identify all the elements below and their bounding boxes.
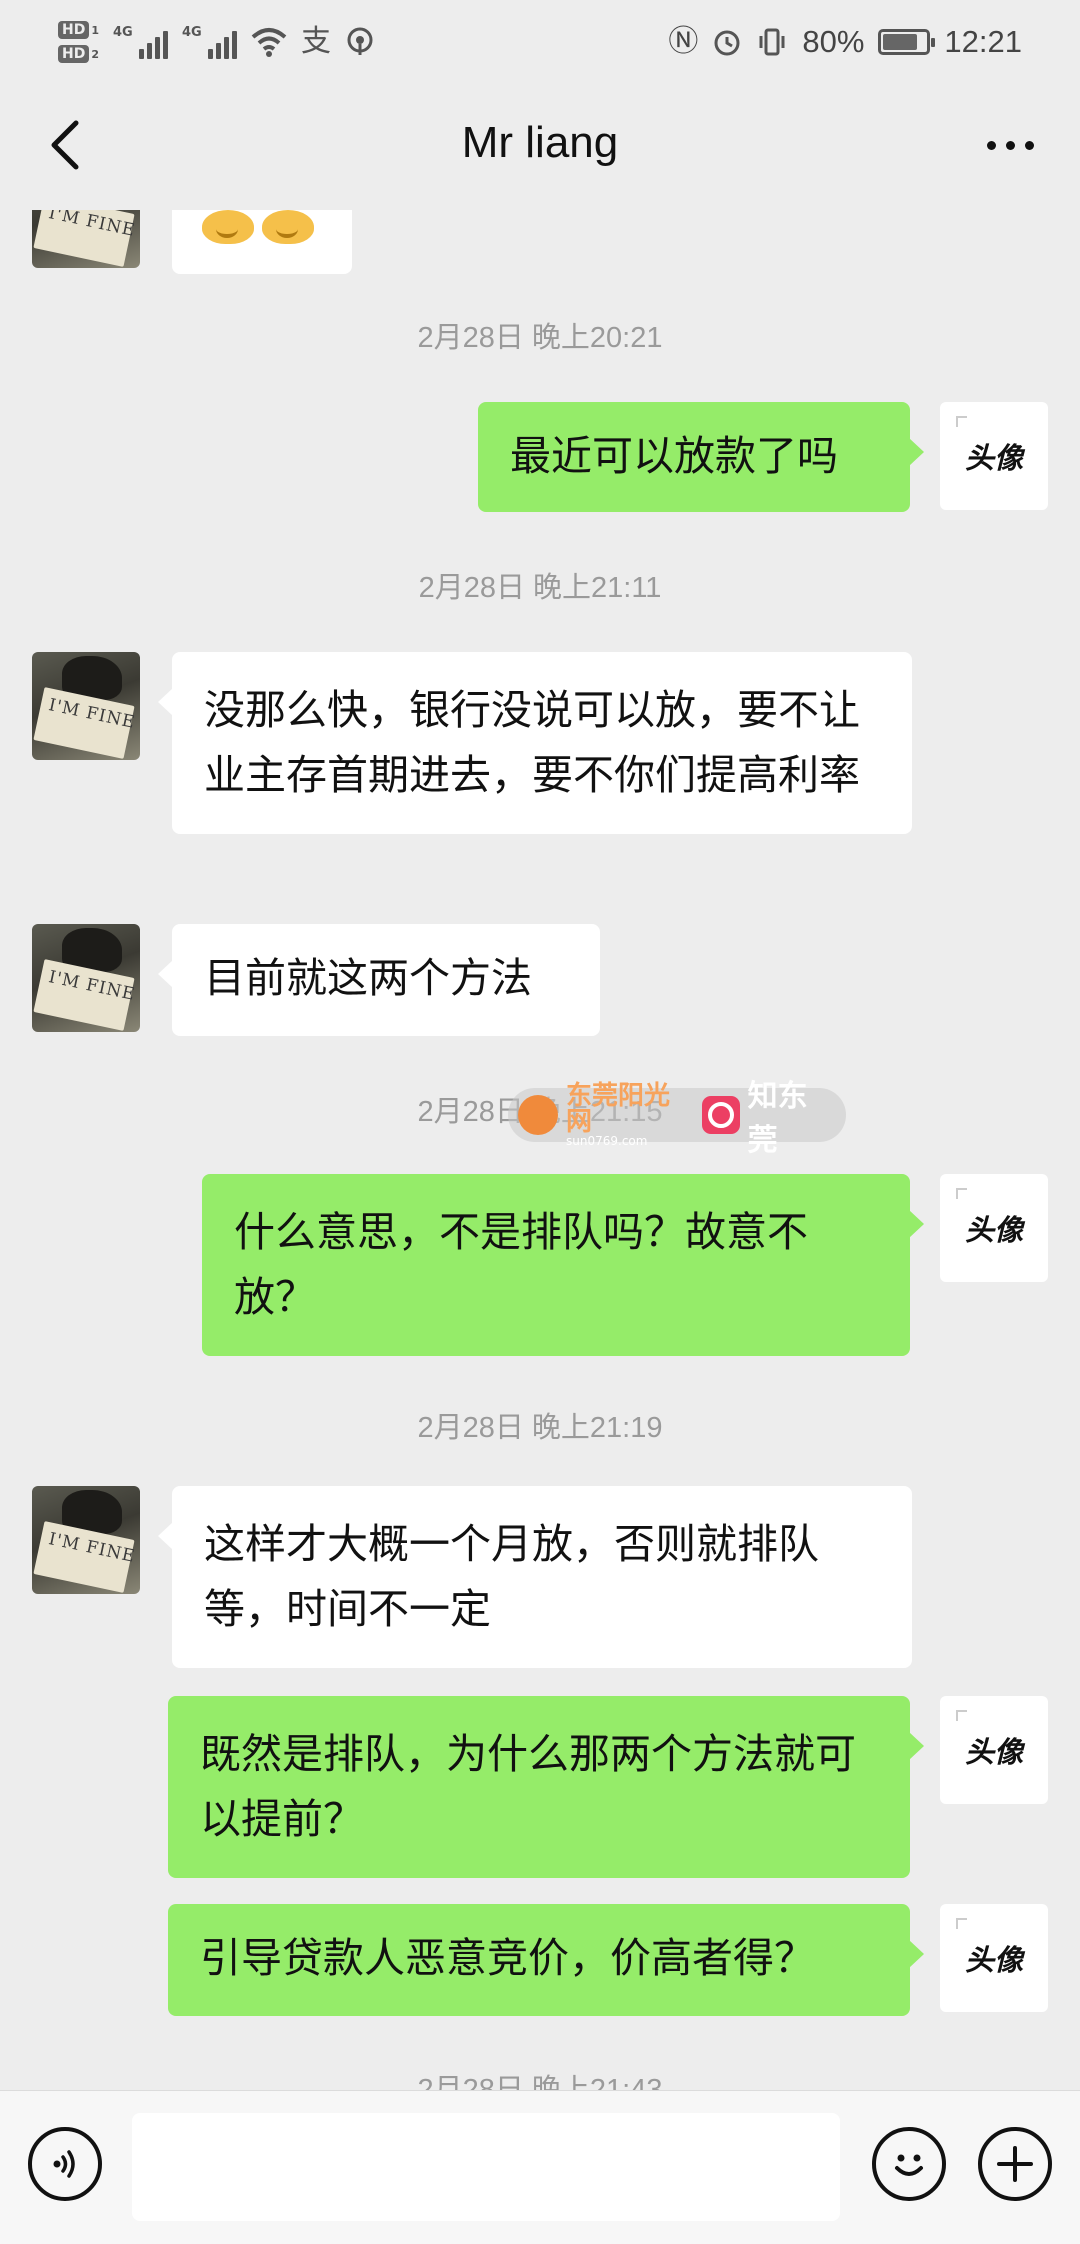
hd-indicators: HD 1 HD 2 (58, 21, 99, 63)
wifi-icon (251, 28, 287, 57)
my-avatar[interactable]: 头像 (940, 1696, 1048, 1804)
my-avatar[interactable]: 头像 (940, 1904, 1048, 2012)
status-bar: HD 1 HD 2 4G 4G 支 Ⓝ 80% 12:21 (0, 0, 1080, 80)
my-avatar[interactable]: 头像 (940, 1174, 1048, 1282)
hd1-icon: HD 1 (58, 21, 99, 39)
timestamp: 2月28日 晚上21:43 (417, 2074, 663, 2090)
voice-button[interactable] (28, 2127, 102, 2201)
emoji-icon (262, 210, 314, 244)
battery-icon (878, 29, 936, 55)
battery-fill (883, 34, 918, 50)
plus-button[interactable] (978, 2127, 1052, 2201)
alipay-icon: 支 (301, 24, 331, 59)
outgoing-message[interactable]: 最近可以放款了吗 (478, 402, 924, 512)
outgoing-message[interactable]: 引导贷款人恶意竞价，价高者得？ (168, 1904, 924, 2016)
plus-icon (997, 2146, 1033, 2182)
more-dots-icon (986, 140, 996, 150)
eye-logo-icon (701, 1096, 740, 1134)
chat-header: Mr liang (0, 80, 1080, 210)
contact-avatar[interactable]: I'M FINE (32, 210, 140, 268)
hd2-icon: HD 2 (58, 45, 99, 63)
message-input[interactable] (132, 2113, 840, 2221)
alarm-icon (714, 30, 740, 56)
more-button[interactable] (970, 110, 1050, 180)
emoji-message[interactable] (172, 210, 352, 274)
input-bar (0, 2090, 1080, 2244)
status-left: HD 1 HD 2 4G 4G 支 (58, 14, 375, 70)
my-avatar[interactable]: 头像 (940, 402, 1048, 510)
contact-avatar[interactable]: I'M FINE (32, 652, 140, 760)
incoming-message[interactable]: 目前就这两个方法 (158, 924, 600, 1036)
timestamp: 2月28日 晚上21:11 (418, 572, 662, 604)
sun-logo-icon (518, 1095, 558, 1135)
voice-icon (53, 2150, 75, 2178)
contact-avatar[interactable]: I'M FINE (32, 924, 140, 1032)
timestamp: 2月28日 晚上21:19 (417, 1412, 663, 1444)
chat-title: Mr liang (461, 118, 619, 167)
emoji-icon (202, 210, 254, 244)
emoji-button[interactable] (872, 2127, 946, 2201)
emoji-icon (895, 2154, 923, 2176)
clock: 12:21 (944, 24, 1022, 59)
status-right: Ⓝ 80% 12:21 (668, 14, 1022, 70)
hotspot-icon (347, 27, 373, 55)
incoming-message[interactable]: 没那么快，银行没说可以放，要不让业主存首期进去，要不你们提高利率 (158, 652, 912, 834)
incoming-message[interactable]: 这样才大概一个月放，否则就排队等，时间不一定 (158, 1486, 912, 1668)
signal-4g-icon: 4G (113, 25, 168, 59)
contact-avatar[interactable]: I'M FINE (32, 1486, 140, 1594)
message-list[interactable]: I'M FINE 2月28日 晚上20:21 最近可以放款了吗 头像 2月28日… (0, 210, 1080, 2090)
vibrate-icon (759, 28, 785, 56)
signal-4g-icon: 4G (182, 25, 237, 59)
nfc-icon: Ⓝ (668, 24, 699, 59)
watermark: 东莞阳光网 sun0769.com 知东莞 (508, 1079, 846, 1158)
outgoing-message[interactable]: 既然是排队，为什么那两个方法就可以提前？ (168, 1696, 924, 1878)
timestamp: 2月28日 晚上20:21 (417, 322, 663, 354)
outgoing-message[interactable]: 什么意思，不是排队吗？故意不放？ (202, 1174, 924, 1356)
battery-percent: 80% (802, 24, 865, 59)
